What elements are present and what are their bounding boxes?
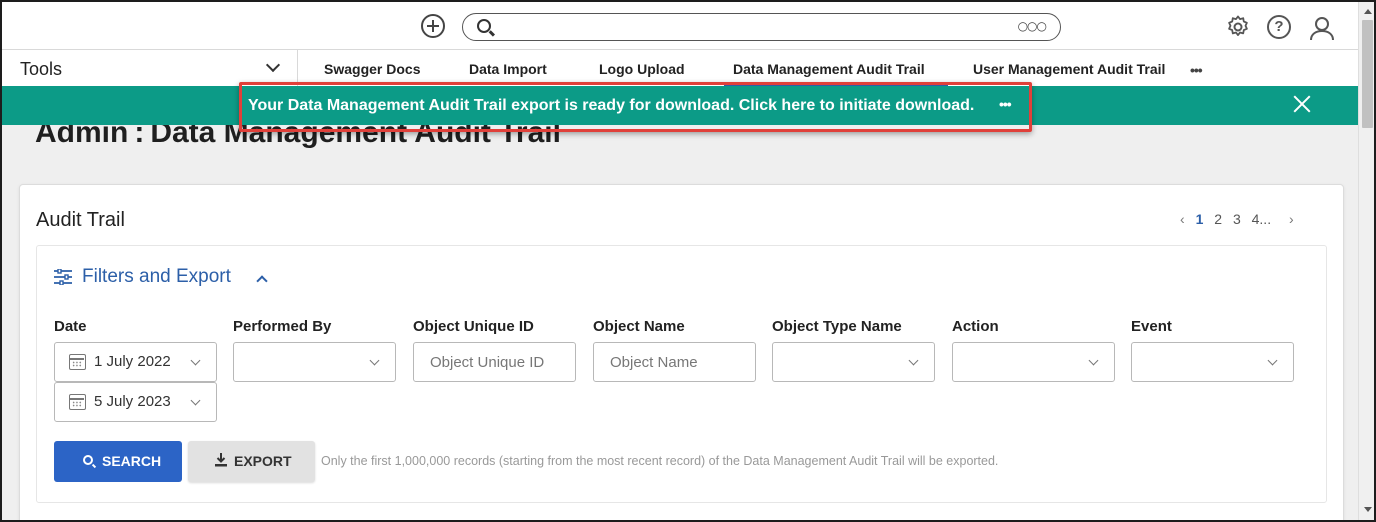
close-icon[interactable] [1292, 94, 1312, 114]
object-name-input[interactable] [610, 352, 738, 372]
tab-user-management-audit-trail[interactable]: User Management Audit Trail [973, 61, 1165, 77]
tools-label: Tools [20, 59, 63, 79]
date-from-value: 1 July 2022 [94, 353, 171, 370]
search-button-label: SEARCH [102, 453, 162, 469]
action-select[interactable] [952, 342, 1115, 382]
tab-swagger-docs[interactable]: Swagger Docs [324, 61, 420, 77]
page-2[interactable]: 2 [1214, 211, 1222, 227]
more-tabs-icon[interactable]: ••• [1190, 62, 1203, 78]
date-label: Date [54, 318, 87, 335]
scrollbar[interactable] [1358, 2, 1374, 520]
object-type-name-label: Object Type Name [772, 318, 902, 335]
chevron-down-icon [369, 355, 380, 366]
pagination: ‹ 1 2 3 4... › [1180, 211, 1301, 227]
chevron-down-icon [190, 355, 201, 366]
search-input[interactable] [501, 17, 1001, 37]
page-1[interactable]: 1 [1196, 211, 1204, 227]
object-unique-id-field[interactable] [413, 342, 576, 382]
event-select[interactable] [1131, 342, 1294, 382]
help-icon[interactable]: ? [1267, 15, 1291, 39]
search-options-icon[interactable]: ○○○ [1018, 19, 1047, 33]
app-window: ○○○ ? Tools Swagger Docs Data Import Log… [0, 0, 1376, 522]
tab-logo-upload[interactable]: Logo Upload [599, 61, 685, 77]
performed-by-label: Performed By [233, 318, 332, 335]
scroll-up-icon[interactable] [1364, 9, 1372, 14]
highlight-box [239, 82, 1032, 132]
object-name-label: Object Name [593, 318, 685, 335]
export-note: Only the first 1,000,000 records (starti… [321, 454, 999, 468]
gear-icon[interactable] [1226, 15, 1250, 39]
export-button-label: EXPORT [234, 453, 292, 469]
top-header: ○○○ ? [2, 2, 1358, 50]
filters-panel: Filters and Export Date Performed By Obj… [36, 245, 1327, 503]
download-icon [215, 453, 227, 467]
calendar-icon [69, 354, 86, 370]
chevron-down-icon [265, 57, 281, 73]
search-icon [83, 455, 93, 465]
event-label: Event [1131, 318, 1172, 335]
chevron-down-icon [908, 355, 919, 366]
page-3[interactable]: 3 [1233, 211, 1241, 227]
tab-data-import[interactable]: Data Import [469, 61, 547, 77]
action-label: Action [952, 318, 999, 335]
audit-trail-card: Audit Trail ‹ 1 2 3 4... › Filters and E… [19, 184, 1344, 520]
card-title: Audit Trail [36, 209, 125, 231]
chevron-up-icon[interactable] [256, 275, 268, 287]
filters-heading: Filters and Export [82, 266, 231, 287]
chevron-down-icon [1267, 355, 1278, 366]
chevron-down-icon [190, 395, 201, 406]
date-to-value: 5 July 2023 [94, 393, 171, 410]
performed-by-select[interactable] [233, 342, 396, 382]
scroll-down-icon[interactable] [1364, 507, 1372, 512]
global-search[interactable]: ○○○ [462, 13, 1061, 41]
tab-data-management-audit-trail[interactable]: Data Management Audit Trail [733, 61, 925, 77]
pagination-ellipsis: ... [1259, 211, 1272, 227]
pagination-next[interactable]: › [1289, 211, 1294, 227]
search-icon [477, 19, 491, 33]
pagination-prev[interactable]: ‹ [1180, 211, 1185, 227]
object-name-field[interactable] [593, 342, 756, 382]
object-unique-id-input[interactable] [430, 352, 558, 372]
scroll-thumb[interactable] [1362, 20, 1373, 128]
search-button[interactable]: SEARCH [54, 441, 182, 482]
user-icon[interactable] [1309, 15, 1335, 41]
object-type-name-select[interactable] [772, 342, 935, 382]
export-button[interactable]: EXPORT [188, 441, 315, 482]
calendar-icon [69, 394, 86, 410]
object-unique-id-label: Object Unique ID [413, 318, 534, 335]
sliders-icon [54, 269, 72, 285]
plus-circle-icon[interactable] [421, 14, 445, 38]
chevron-down-icon [1088, 355, 1099, 366]
date-to-picker[interactable]: 5 July 2023 [54, 382, 217, 422]
date-from-picker[interactable]: 1 July 2022 [54, 342, 217, 382]
